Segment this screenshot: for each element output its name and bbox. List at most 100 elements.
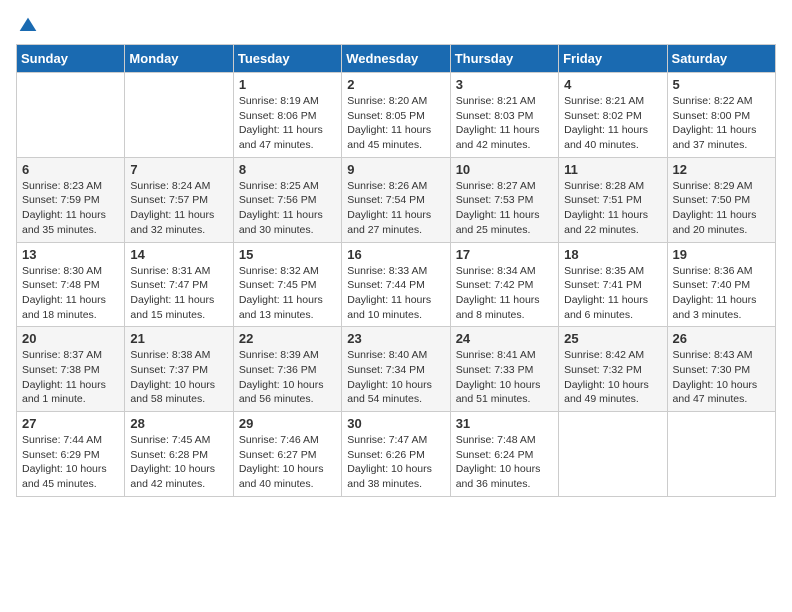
header-day-monday: Monday [125, 45, 233, 73]
day-cell: 5Sunrise: 8:22 AM Sunset: 8:00 PM Daylig… [667, 73, 775, 158]
day-info: Sunrise: 8:31 AM Sunset: 7:47 PM Dayligh… [130, 264, 227, 323]
day-cell: 6 Sunrise: 8:23 AM Sunset: 7:59 PM Daylig… [17, 157, 125, 242]
day-number: 3 [456, 77, 553, 92]
week-row-2: 6 Sunrise: 8:23 AM Sunset: 7:59 PM Daylig… [17, 157, 776, 242]
day-number: 16 [347, 247, 444, 262]
day-number: 8 [239, 162, 336, 177]
day-number: 2 [347, 77, 444, 92]
day-number: 31 [456, 416, 553, 431]
day-number: 27 [22, 416, 119, 431]
day-number: 4 [564, 77, 661, 92]
day-info: Sunrise: 8:26 AM Sunset: 7:54 PM Dayligh… [347, 179, 444, 238]
day-cell: 23 Sunrise: 8:40 AM Sunset: 7:34 PM Dayli… [342, 327, 450, 412]
day-cell: 7 Sunrise: 8:24 AM Sunset: 7:57 PM Daylig… [125, 157, 233, 242]
header-day-friday: Friday [559, 45, 667, 73]
day-number: 30 [347, 416, 444, 431]
day-number: 29 [239, 416, 336, 431]
day-number: 6 [22, 162, 119, 177]
calendar-table: SundayMondayTuesdayWednesdayThursdayFrid… [16, 44, 776, 497]
day-cell: 30 Sunrise: 7:47 AM Sunset: 6:26 PM Dayli… [342, 412, 450, 497]
day-info: Sunrise: 8:24 AM Sunset: 7:57 PM Dayligh… [130, 179, 227, 238]
day-info: Sunrise: 7:45 AM Sunset: 6:28 PM Dayligh… [130, 433, 227, 492]
day-info: Sunrise: 8:19 AM Sunset: 8:06 PM Dayligh… [239, 94, 336, 153]
day-number: 15 [239, 247, 336, 262]
day-number: 7 [130, 162, 227, 177]
day-info: Sunrise: 8:22 AM Sunset: 8:00 PM Dayligh… [673, 94, 770, 153]
week-row-1: 1 Sunrise: 8:19 AM Sunset: 8:06 PM Daylig… [17, 73, 776, 158]
day-number: 25 [564, 331, 661, 346]
page-header [16, 16, 776, 36]
header-row: SundayMondayTuesdayWednesdayThursdayFrid… [17, 45, 776, 73]
calendar-header: SundayMondayTuesdayWednesdayThursdayFrid… [17, 45, 776, 73]
day-cell: 19Sunrise: 8:36 AM Sunset: 7:40 PM Dayli… [667, 242, 775, 327]
day-cell: 25 Sunrise: 8:42 AM Sunset: 7:32 PM Dayli… [559, 327, 667, 412]
day-info: Sunrise: 8:37 AM Sunset: 7:38 PM Dayligh… [22, 348, 119, 407]
day-cell [667, 412, 775, 497]
day-number: 11 [564, 162, 661, 177]
day-info: Sunrise: 7:48 AM Sunset: 6:24 PM Dayligh… [456, 433, 553, 492]
week-row-3: 13Sunrise: 8:30 AM Sunset: 7:48 PM Dayli… [17, 242, 776, 327]
logo [16, 16, 38, 36]
day-cell: 10 Sunrise: 8:27 AM Sunset: 7:53 PM Dayli… [450, 157, 558, 242]
day-cell: 4Sunrise: 8:21 AM Sunset: 8:02 PM Daylig… [559, 73, 667, 158]
day-info: Sunrise: 8:30 AM Sunset: 7:48 PM Dayligh… [22, 264, 119, 323]
day-info: Sunrise: 8:20 AM Sunset: 8:05 PM Dayligh… [347, 94, 444, 153]
day-info: Sunrise: 8:21 AM Sunset: 8:03 PM Dayligh… [456, 94, 553, 153]
calendar-body: 1 Sunrise: 8:19 AM Sunset: 8:06 PM Daylig… [17, 73, 776, 497]
header-day-thursday: Thursday [450, 45, 558, 73]
day-number: 17 [456, 247, 553, 262]
day-cell: 15 Sunrise: 8:32 AM Sunset: 7:45 PM Dayli… [233, 242, 341, 327]
day-info: Sunrise: 8:25 AM Sunset: 7:56 PM Dayligh… [239, 179, 336, 238]
day-cell: 2 Sunrise: 8:20 AM Sunset: 8:05 PM Daylig… [342, 73, 450, 158]
day-info: Sunrise: 7:44 AM Sunset: 6:29 PM Dayligh… [22, 433, 119, 492]
day-cell: 21 Sunrise: 8:38 AM Sunset: 7:37 PM Dayli… [125, 327, 233, 412]
day-cell: 8 Sunrise: 8:25 AM Sunset: 7:56 PM Daylig… [233, 157, 341, 242]
day-info: Sunrise: 8:23 AM Sunset: 7:59 PM Dayligh… [22, 179, 119, 238]
day-number: 20 [22, 331, 119, 346]
day-number: 10 [456, 162, 553, 177]
day-cell: 29Sunrise: 7:46 AM Sunset: 6:27 PM Dayli… [233, 412, 341, 497]
day-info: Sunrise: 8:40 AM Sunset: 7:34 PM Dayligh… [347, 348, 444, 407]
day-cell: 11 Sunrise: 8:28 AM Sunset: 7:51 PM Dayli… [559, 157, 667, 242]
day-info: Sunrise: 7:47 AM Sunset: 6:26 PM Dayligh… [347, 433, 444, 492]
day-info: Sunrise: 8:27 AM Sunset: 7:53 PM Dayligh… [456, 179, 553, 238]
day-cell: 20 Sunrise: 8:37 AM Sunset: 7:38 PM Dayli… [17, 327, 125, 412]
day-info: Sunrise: 8:38 AM Sunset: 7:37 PM Dayligh… [130, 348, 227, 407]
day-number: 23 [347, 331, 444, 346]
logo-icon [18, 16, 38, 36]
day-number: 14 [130, 247, 227, 262]
day-number: 22 [239, 331, 336, 346]
day-cell: 24Sunrise: 8:41 AM Sunset: 7:33 PM Dayli… [450, 327, 558, 412]
day-number: 21 [130, 331, 227, 346]
header-day-wednesday: Wednesday [342, 45, 450, 73]
day-cell [559, 412, 667, 497]
day-number: 1 [239, 77, 336, 92]
day-cell: 13Sunrise: 8:30 AM Sunset: 7:48 PM Dayli… [17, 242, 125, 327]
day-number: 12 [673, 162, 770, 177]
day-cell: 3 Sunrise: 8:21 AM Sunset: 8:03 PM Daylig… [450, 73, 558, 158]
day-cell: 26Sunrise: 8:43 AM Sunset: 7:30 PM Dayli… [667, 327, 775, 412]
day-info: Sunrise: 8:28 AM Sunset: 7:51 PM Dayligh… [564, 179, 661, 238]
day-number: 9 [347, 162, 444, 177]
day-info: Sunrise: 8:34 AM Sunset: 7:42 PM Dayligh… [456, 264, 553, 323]
day-info: Sunrise: 8:33 AM Sunset: 7:44 PM Dayligh… [347, 264, 444, 323]
header-day-saturday: Saturday [667, 45, 775, 73]
day-number: 18 [564, 247, 661, 262]
day-info: Sunrise: 8:29 AM Sunset: 7:50 PM Dayligh… [673, 179, 770, 238]
day-number: 19 [673, 247, 770, 262]
day-cell: 9 Sunrise: 8:26 AM Sunset: 7:54 PM Daylig… [342, 157, 450, 242]
day-info: Sunrise: 8:35 AM Sunset: 7:41 PM Dayligh… [564, 264, 661, 323]
week-row-4: 20 Sunrise: 8:37 AM Sunset: 7:38 PM Dayli… [17, 327, 776, 412]
day-info: Sunrise: 8:43 AM Sunset: 7:30 PM Dayligh… [673, 348, 770, 407]
day-cell: 27 Sunrise: 7:44 AM Sunset: 6:29 PM Dayli… [17, 412, 125, 497]
day-cell [125, 73, 233, 158]
day-info: Sunrise: 8:42 AM Sunset: 7:32 PM Dayligh… [564, 348, 661, 407]
day-number: 24 [456, 331, 553, 346]
day-info: Sunrise: 8:39 AM Sunset: 7:36 PM Dayligh… [239, 348, 336, 407]
day-cell: 1 Sunrise: 8:19 AM Sunset: 8:06 PM Daylig… [233, 73, 341, 158]
day-info: Sunrise: 8:32 AM Sunset: 7:45 PM Dayligh… [239, 264, 336, 323]
day-cell: 22 Sunrise: 8:39 AM Sunset: 7:36 PM Dayli… [233, 327, 341, 412]
day-cell [17, 73, 125, 158]
day-cell: 16 Sunrise: 8:33 AM Sunset: 7:44 PM Dayli… [342, 242, 450, 327]
header-day-tuesday: Tuesday [233, 45, 341, 73]
